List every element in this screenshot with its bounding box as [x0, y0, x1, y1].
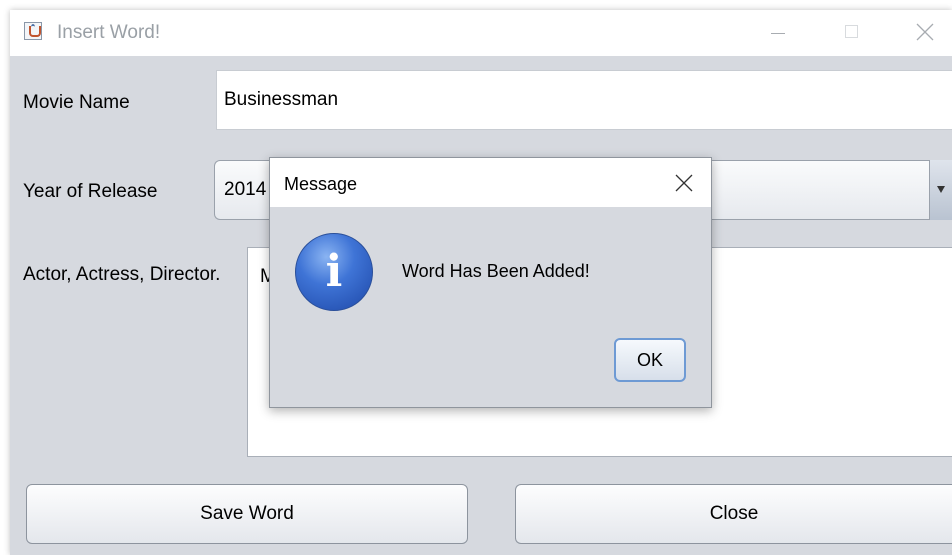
close-icon — [675, 174, 693, 192]
movie-name-input[interactable]: Businessman — [216, 70, 952, 130]
window-titlebar[interactable]: Insert Word! — [10, 10, 952, 56]
window-title: Insert Word! — [57, 22, 161, 43]
info-icon: i — [295, 233, 373, 311]
java-app-icon — [24, 22, 42, 40]
dialog-titlebar[interactable]: Message — [270, 158, 711, 207]
cast-label: Actor, Actress, Director. — [23, 264, 221, 285]
dialog-close-button[interactable] — [666, 168, 702, 198]
save-word-button[interactable]: Save Word — [26, 484, 468, 544]
ok-button[interactable]: OK — [614, 338, 686, 382]
dialog-title: Message — [284, 174, 358, 194]
maximize-button[interactable] — [822, 10, 882, 56]
year-of-release-label: Year of Release — [23, 181, 158, 202]
close-button[interactable]: Close — [515, 484, 952, 544]
close-icon — [916, 23, 934, 41]
movie-name-label: Movie Name — [23, 92, 130, 113]
dropdown-arrow-icon[interactable] — [929, 160, 952, 220]
dialog-message: Word Has Been Added! — [402, 261, 590, 281]
close-window-button[interactable] — [892, 10, 952, 56]
message-dialog: Message i Word Has Been Added! OK — [269, 157, 712, 408]
minimize-button[interactable] — [748, 10, 808, 56]
